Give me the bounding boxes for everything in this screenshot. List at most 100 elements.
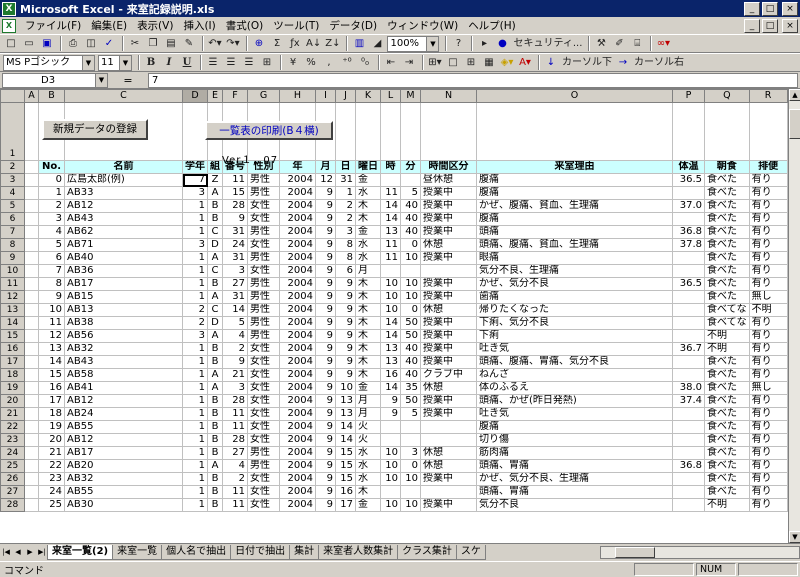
cell[interactable]: 有り	[748, 186, 788, 200]
cell[interactable]: 9	[315, 212, 336, 226]
cell[interactable]: A	[207, 459, 223, 473]
row-header[interactable]: 13	[0, 303, 25, 317]
cell[interactable]: A	[207, 381, 223, 395]
cell[interactable]: AB20	[64, 459, 183, 473]
cell[interactable]: 2004	[279, 394, 316, 408]
cell[interactable]: 9	[380, 407, 401, 421]
header-cell[interactable]: 年	[279, 160, 316, 174]
cell[interactable]: 23	[38, 472, 65, 486]
cell[interactable]: 授業中	[420, 407, 477, 421]
cell[interactable]: 火	[355, 420, 381, 434]
column-header[interactable]: I	[315, 89, 336, 103]
first-sheet-icon[interactable]: |◀	[0, 546, 12, 559]
cell[interactable]	[380, 420, 401, 434]
cell[interactable]: 2004	[279, 329, 316, 343]
cell[interactable]: 有り	[748, 238, 788, 252]
print-icon[interactable]: ⎙	[65, 36, 81, 52]
cell[interactable]	[672, 433, 705, 447]
menu-file[interactable]: ファイル(F)	[20, 18, 86, 33]
chevron-down-icon[interactable]: ▼	[82, 55, 94, 70]
percent-button[interactable]: %	[303, 55, 319, 71]
cell[interactable]: AB71	[64, 238, 183, 252]
spellcheck-icon[interactable]: ✓	[101, 36, 117, 52]
cell[interactable]: 食べた	[704, 420, 750, 434]
new-data-register-button[interactable]: 新規データの登録	[42, 119, 148, 140]
cell[interactable]: 2004	[279, 173, 316, 187]
cell[interactable]	[704, 102, 750, 161]
cell[interactable]: A	[207, 329, 223, 343]
cell[interactable]: 9	[315, 472, 336, 486]
cell[interactable]: 9	[315, 368, 336, 382]
row-header[interactable]: 25	[0, 459, 25, 473]
cell[interactable]: 1	[182, 355, 208, 369]
doc-close-button[interactable]: ×	[782, 18, 798, 33]
cell[interactable]: 12	[315, 173, 336, 187]
cell[interactable]: 食べた	[704, 485, 750, 499]
cell[interactable]: 気分不良	[476, 498, 673, 512]
column-header[interactable]: G	[247, 89, 280, 103]
cell[interactable]: 2004	[279, 381, 316, 395]
redo-icon[interactable]: ↷▾	[225, 36, 241, 52]
cell[interactable]: 9	[315, 303, 336, 317]
cell[interactable]: 2004	[279, 186, 316, 200]
cell[interactable]: 下痢	[476, 329, 673, 343]
cell[interactable]: 16	[335, 485, 356, 499]
cell[interactable]: 20	[38, 433, 65, 447]
cell[interactable]	[672, 420, 705, 434]
row-header[interactable]: 14	[0, 316, 25, 330]
cell[interactable]	[672, 472, 705, 486]
header-cell[interactable]: 名前	[64, 160, 183, 174]
row-header[interactable]: 6	[0, 212, 25, 226]
cell[interactable]: 下痢、気分不良	[476, 316, 673, 330]
cell[interactable]: 授業中	[420, 394, 477, 408]
cell[interactable]: 2004	[279, 420, 316, 434]
row-header[interactable]: 7	[0, 225, 25, 239]
cell[interactable]	[420, 420, 477, 434]
row-header[interactable]: 15	[0, 329, 25, 343]
cell[interactable]: 15	[222, 186, 248, 200]
cell[interactable]: AB12	[64, 199, 183, 213]
cell[interactable]: 15	[335, 472, 356, 486]
cell[interactable]: 木	[355, 368, 381, 382]
cell[interactable]: 9	[335, 355, 356, 369]
cell[interactable]: 有り	[748, 355, 788, 369]
cell[interactable]: 金	[355, 381, 381, 395]
comma-button[interactable]: ,	[321, 55, 337, 71]
cell[interactable]	[24, 199, 39, 213]
cell[interactable]: 吐き気	[476, 342, 673, 356]
record-macro-icon[interactable]: ●	[494, 36, 510, 52]
cell[interactable]: 3	[182, 329, 208, 343]
cell[interactable]	[24, 446, 39, 460]
cell[interactable]: 2004	[279, 459, 316, 473]
column-header[interactable]: H	[279, 89, 316, 103]
cell[interactable]: AB55	[64, 485, 183, 499]
cell[interactable]	[24, 251, 39, 265]
column-header[interactable]: R	[748, 89, 788, 103]
cell[interactable]: 5	[222, 316, 248, 330]
cell[interactable]: 男性	[247, 329, 280, 343]
cell[interactable]: 有り	[748, 394, 788, 408]
cell[interactable]: 3	[335, 225, 356, 239]
cell[interactable]: 9	[335, 329, 356, 343]
cell[interactable]: 14	[380, 316, 401, 330]
cell[interactable]: AB56	[64, 329, 183, 343]
cell[interactable]: 28	[222, 199, 248, 213]
cell[interactable]: 有り	[748, 407, 788, 421]
cell[interactable]: 有り	[748, 342, 788, 356]
cell[interactable]: 17	[335, 498, 356, 512]
cell[interactable]	[24, 342, 39, 356]
cell[interactable]: B	[207, 472, 223, 486]
cell[interactable]: 6	[335, 264, 356, 278]
cell[interactable]: 25	[38, 498, 65, 512]
cell[interactable]: 頭痛、胃痛	[476, 459, 673, 473]
zoom-select[interactable]: 100% ▼	[387, 35, 440, 52]
cell[interactable]: D	[207, 316, 223, 330]
cell[interactable]: 頭痛、かぜ(昨日発熱)	[476, 394, 673, 408]
cell[interactable]: 0	[400, 303, 421, 317]
cell[interactable]	[24, 225, 39, 239]
cell[interactable]: 筋肉痛	[476, 446, 673, 460]
cell[interactable]: 10	[400, 498, 421, 512]
row-header[interactable]: 24	[0, 446, 25, 460]
cell[interactable]: 9	[315, 433, 336, 447]
cell[interactable]: 9	[315, 199, 336, 213]
